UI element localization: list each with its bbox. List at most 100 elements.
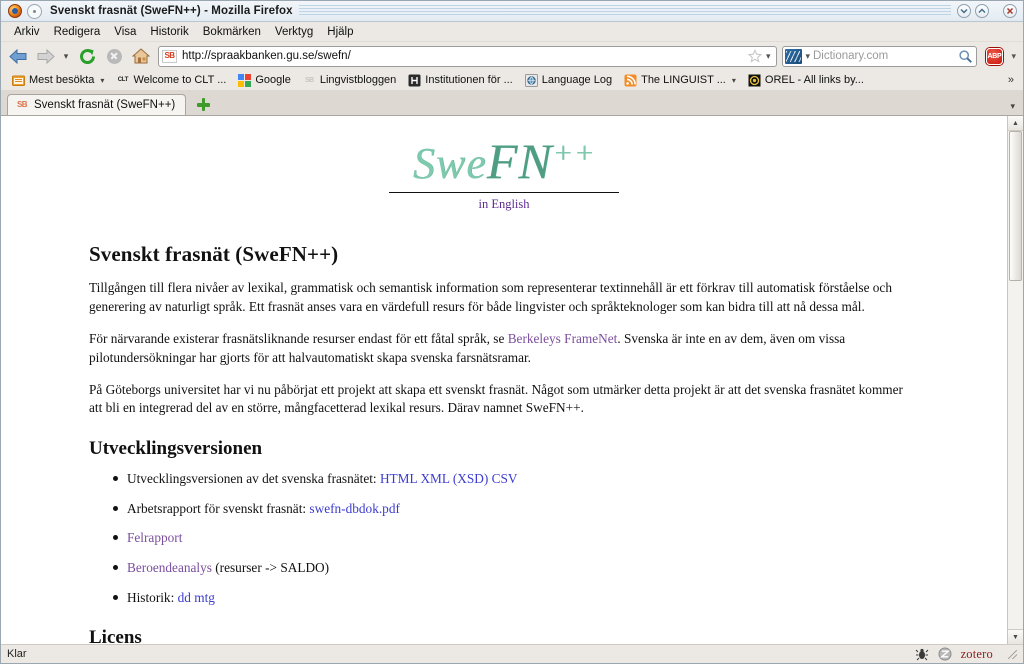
plus-icon xyxy=(196,98,210,111)
url-input[interactable]: http://spraakbanken.gu.se/swefn/ xyxy=(182,50,748,62)
html-link[interactable]: HTML xyxy=(380,471,417,486)
forward-button[interactable] xyxy=(33,45,57,67)
list-item: Beroendeanalys (resurser -> SALDO) xyxy=(113,559,919,578)
scroll-up-button[interactable]: ▲ xyxy=(1008,116,1023,131)
menu-item-historik[interactable]: Historik xyxy=(143,24,195,40)
tab-strip: SB Svenskt frasnät (SweFN++) ▾ xyxy=(1,91,1023,115)
maximize-button[interactable] xyxy=(975,4,989,18)
firefox-logo-icon xyxy=(8,4,22,18)
bookmarks-overflow-icon[interactable]: » xyxy=(1008,74,1018,86)
felrapport-link[interactable]: Felrapport xyxy=(127,530,182,545)
bookmark-institutionen-for[interactable]: Institutionen för ... xyxy=(402,73,518,88)
bookmark-label: Welcome to CLT ... xyxy=(133,74,227,86)
bookmark-label: Google xyxy=(255,74,291,86)
adblock-plus-button[interactable]: ABP xyxy=(985,47,1003,65)
logo-divider xyxy=(389,192,619,193)
orel-icon xyxy=(748,74,761,87)
xml-link[interactable]: XML xyxy=(420,471,449,486)
vertical-scrollbar[interactable]: ▲ ▼ xyxy=(1007,116,1023,644)
site-logo-block[interactable]: SweFN++ in English xyxy=(389,130,619,212)
bookmark-label: OREL - All links by... xyxy=(764,74,864,86)
list-item: Utvecklingsversionen av det svenska fras… xyxy=(113,470,919,489)
zotero-label[interactable]: zotero xyxy=(961,647,993,662)
window-controls xyxy=(957,4,1017,18)
development-list: Utvecklingsversionen av det svenska fras… xyxy=(89,470,919,607)
tab-list-dropdown-icon[interactable]: ▾ xyxy=(1010,101,1015,112)
bookmark-language-log[interactable]: Language Log xyxy=(519,73,618,88)
in-english-link[interactable]: in English xyxy=(389,197,619,212)
window-title: Svenskt frasnät (SweFN++) - Mozilla Fire… xyxy=(50,5,293,17)
list-item: Historik: dd mtg xyxy=(113,589,919,608)
reload-button[interactable] xyxy=(75,45,99,67)
bookmark-google[interactable]: Google xyxy=(232,73,296,88)
csv-link[interactable]: CSV xyxy=(492,471,518,486)
toolbar-overflow-icon[interactable]: ▾ xyxy=(1011,51,1016,62)
project-paragraph: På Göteborgs universitet har vi nu påbör… xyxy=(89,381,903,416)
scroll-down-button[interactable]: ▼ xyxy=(1008,629,1023,644)
menu-item-visa[interactable]: Visa xyxy=(107,24,143,40)
chevron-down-icon[interactable]: ▾ xyxy=(732,76,736,85)
xsd-link[interactable]: (XSD) xyxy=(453,471,488,486)
bookmark-star-icon[interactable] xyxy=(747,48,763,63)
tab-swefn[interactable]: SB Svenskt frasnät (SweFN++) xyxy=(7,94,187,115)
bookmark-label: Institutionen för ... xyxy=(425,74,513,86)
close-button[interactable] xyxy=(1003,4,1017,18)
berkeley-framenet-link[interactable]: Berkeleys FrameNet xyxy=(508,331,618,346)
title-bar: Svenskt frasnät (SweFN++) - Mozilla Fire… xyxy=(1,1,1023,22)
minimize-button[interactable] xyxy=(957,4,971,18)
bookmarks-bar: Mest besökta ▾ CLT Welcome to CLT ... Go… xyxy=(1,70,1023,91)
section-heading-utvecklingsversionen: Utvecklingsversionen xyxy=(89,438,263,460)
bookmark-mest-besokta[interactable]: Mest besökta ▾ xyxy=(6,73,110,88)
scroll-track[interactable] xyxy=(1008,131,1023,629)
status-bar: Klar zotero xyxy=(1,644,1023,663)
bookmark-label: Lingvistbloggen xyxy=(319,74,397,86)
mtg-link[interactable]: mtg xyxy=(194,590,215,605)
item-text-before: Arbetsrapport för svenskt frasnät: xyxy=(127,500,310,516)
menu-item-verktyg[interactable]: Verktyg xyxy=(268,24,320,40)
navigation-toolbar: ▾ SB http://spraakbanken.gu.se/swefn/ ▾ … xyxy=(1,42,1023,70)
beroendeanalys-link[interactable]: Beroendeanalys xyxy=(127,560,212,575)
url-bar[interactable]: SB http://spraakbanken.gu.se/swefn/ ▾ xyxy=(158,45,778,67)
menu-item-arkiv[interactable]: Arkiv xyxy=(7,24,47,40)
page-body: Svenskt frasnät (SweFN++) Tillgången til… xyxy=(89,212,919,644)
zotero-icon[interactable] xyxy=(938,647,952,661)
clt-icon: CLT xyxy=(117,77,129,83)
stop-button[interactable] xyxy=(102,45,126,67)
url-dropdown-icon[interactable]: ▾ xyxy=(766,51,771,62)
bookmark-lingvistbloggen[interactable]: SB Lingvistbloggen xyxy=(297,73,402,88)
home-button[interactable] xyxy=(129,45,153,67)
search-input[interactable]: Dictionary.com xyxy=(813,50,958,62)
bookmark-orel[interactable]: OREL - All links by... xyxy=(742,73,870,88)
dd-link[interactable]: dd xyxy=(178,590,191,605)
new-tab-button[interactable] xyxy=(192,94,214,115)
menu-item-redigera[interactable]: Redigera xyxy=(47,24,108,40)
list-item: Arbetsrapport för svenskt frasnät: swefn… xyxy=(113,500,919,519)
menu-item-bokmarken[interactable]: Bokmärken xyxy=(196,24,268,40)
page-title: Svenskt frasnät (SweFN++) xyxy=(89,242,339,266)
magnifier-icon[interactable] xyxy=(958,49,973,64)
bookmark-label: The LINGUIST ... xyxy=(641,74,726,86)
history-dropdown-icon[interactable]: ▾ xyxy=(60,51,72,62)
chevron-down-icon[interactable]: ▾ xyxy=(100,76,104,85)
swefn-dbdok-pdf-link[interactable]: swefn-dbdok.pdf xyxy=(309,501,399,516)
framenet-paragraph: För närvarande existerar frasnätsliknand… xyxy=(89,330,919,368)
back-button[interactable] xyxy=(6,45,30,67)
scroll-thumb[interactable] xyxy=(1009,131,1022,281)
status-bar-addons: zotero xyxy=(915,647,1017,662)
logo-part-swe: Swe xyxy=(412,139,487,188)
search-engine-icon[interactable] xyxy=(785,48,803,64)
bug-icon[interactable] xyxy=(915,647,929,661)
tab-favicon-icon: SB xyxy=(16,100,28,109)
bookmark-the-linguist[interactable]: The LINGUIST ... ▾ xyxy=(618,73,742,88)
bookmark-label: Mest besökta xyxy=(29,74,95,86)
browser-window: Svenskt frasnät (SweFN++) - Mozilla Fire… xyxy=(0,0,1024,664)
menu-item-hjalp[interactable]: Hjälp xyxy=(320,24,360,40)
search-bar[interactable]: ▾ Dictionary.com xyxy=(782,45,978,67)
h-icon xyxy=(408,74,421,87)
resize-grip[interactable] xyxy=(1008,649,1017,659)
bookmark-welcome-to-clt[interactable]: CLT Welcome to CLT ... xyxy=(110,73,232,88)
search-engine-dropdown-icon[interactable]: ▾ xyxy=(805,51,810,62)
framenet-text-before: För närvarande existerar frasnätsliknand… xyxy=(89,330,508,346)
site-favicon-icon: SB xyxy=(162,49,177,63)
sb-icon: SB xyxy=(304,76,314,84)
